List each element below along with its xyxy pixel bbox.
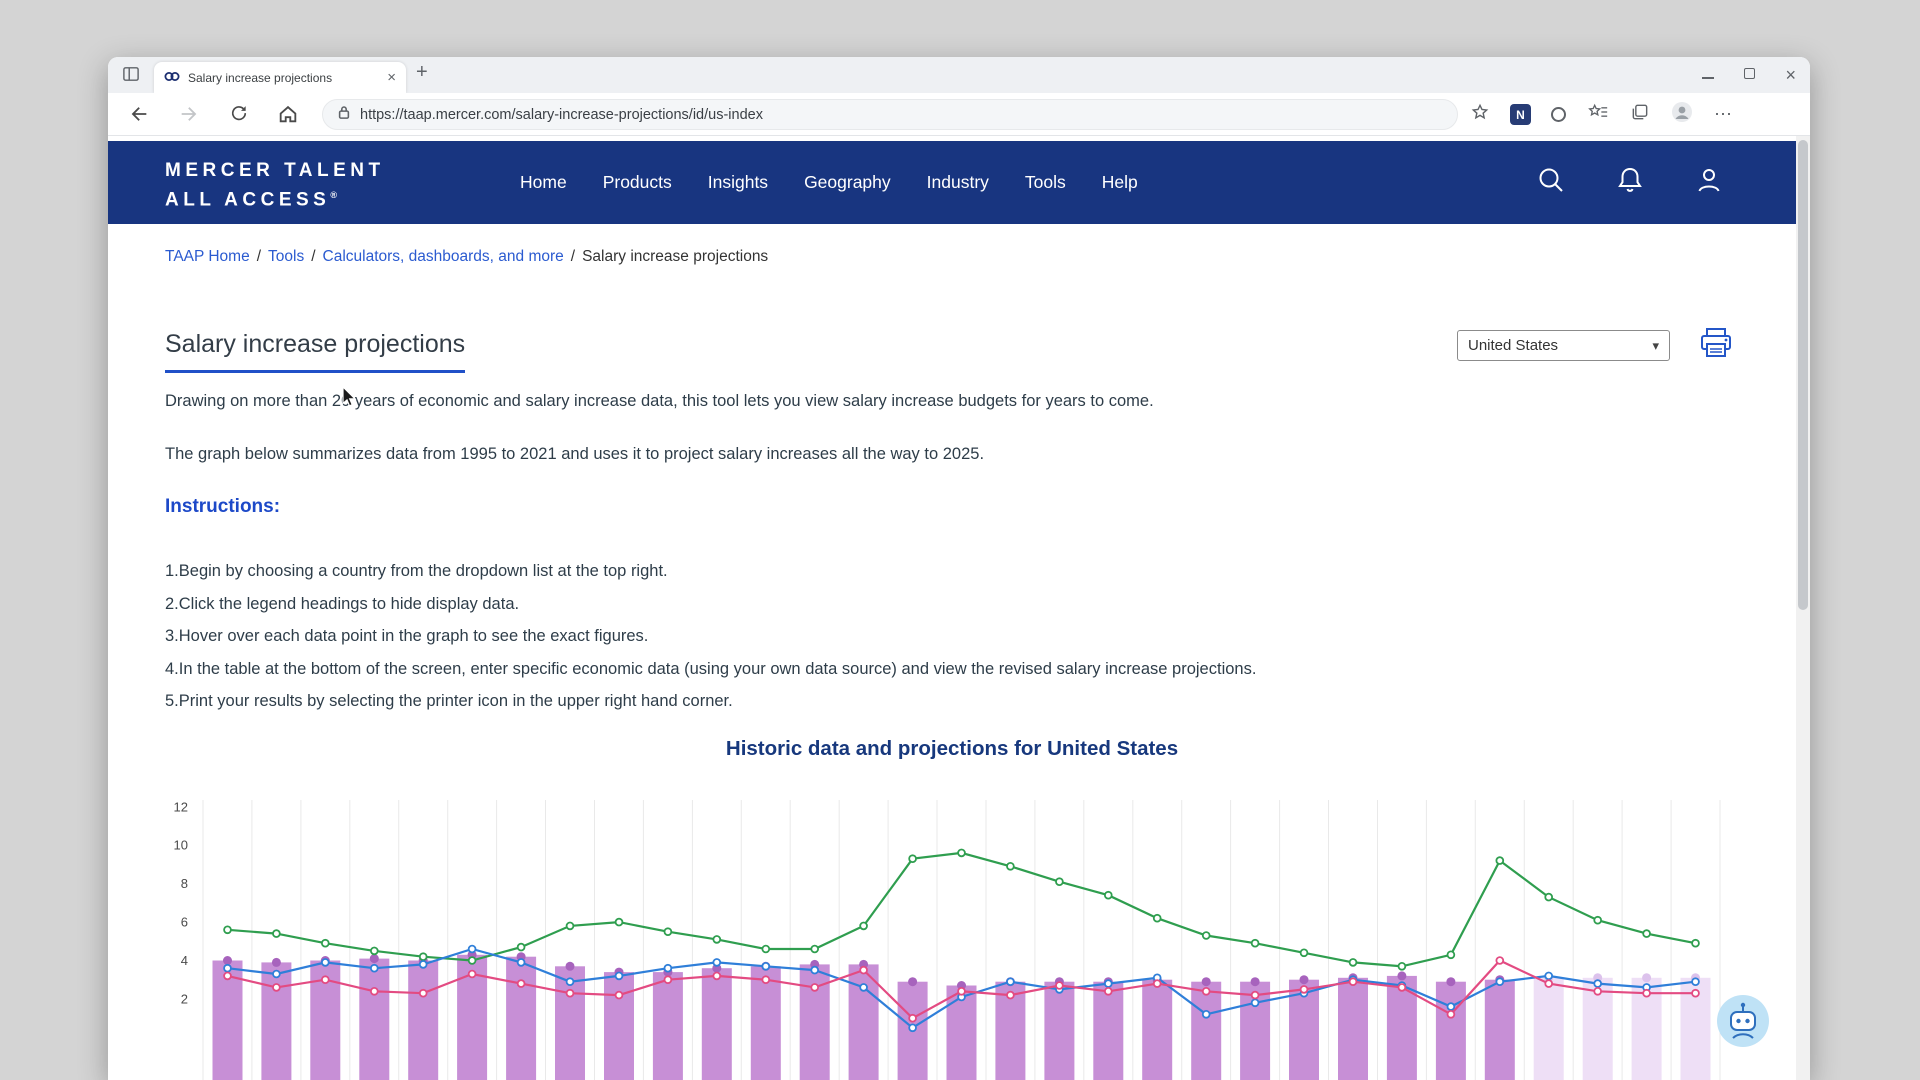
window-close-button[interactable]: × (1785, 66, 1796, 84)
page-content: MERCER TALENT ALL ACCESS® Home Products … (108, 136, 1810, 1080)
page-scrollbar[interactable] (1796, 136, 1810, 1080)
svg-text:4: 4 (181, 953, 188, 968)
svg-text:12: 12 (174, 799, 188, 814)
nav-item-home[interactable]: Home (520, 172, 567, 193)
maximize-button[interactable] (1744, 66, 1755, 84)
mouse-cursor (340, 386, 360, 413)
instructions-list: 1.Begin by choosing a country from the d… (165, 555, 1256, 718)
nav-item-help[interactable]: Help (1102, 172, 1138, 193)
refresh-icon[interactable] (229, 104, 249, 129)
main-nav: Home Products Insights Geography Industr… (520, 141, 1138, 224)
nav-item-tools[interactable]: Tools (1025, 172, 1066, 193)
intro-paragraph-1: Drawing on more than 20 years of economi… (165, 392, 1154, 411)
back-icon[interactable] (128, 103, 150, 130)
instruction-step: 3.Hover over each data point in the grap… (165, 620, 1256, 653)
browser-essentials-icon[interactable] (1551, 107, 1566, 122)
breadcrumb-calculators[interactable]: Calculators, dashboards, and more (323, 248, 564, 265)
instruction-step: 4.In the table at the bottom of the scre… (165, 653, 1256, 686)
forward-icon[interactable] (178, 103, 200, 130)
address-bar[interactable]: https://taap.mercer.com/salary-increase-… (322, 99, 1458, 130)
home-icon[interactable] (277, 103, 299, 130)
collections-icon[interactable] (1630, 102, 1650, 127)
chevron-down-icon: ▾ (1652, 338, 1659, 354)
profile-avatar-icon[interactable] (1670, 100, 1694, 129)
breadcrumb: TAAP Home/Tools/Calculators, dashboards,… (165, 248, 768, 266)
svg-text:6: 6 (181, 915, 188, 930)
chat-widget-button[interactable] (1716, 994, 1770, 1048)
tab-close-icon[interactable]: × (387, 70, 396, 85)
instruction-step: 5.Print your results by selecting the pr… (165, 685, 1256, 718)
browser-toolbar: https://taap.mercer.com/salary-increase-… (108, 93, 1810, 136)
mercer-taap-logo[interactable]: MERCER TALENT ALL ACCESS® (165, 159, 385, 212)
new-tab-button[interactable]: + (416, 61, 428, 84)
tab-title: Salary increase projections (188, 71, 379, 85)
nav-item-geography[interactable]: Geography (804, 172, 891, 193)
account-person-icon[interactable] (1694, 165, 1724, 200)
mercer-favicon-icon (164, 69, 180, 87)
browser-tab[interactable]: Salary increase projections × (154, 62, 406, 93)
page-title: Salary increase projections (165, 330, 465, 373)
intro-paragraph-2: The graph below summarizes data from 199… (165, 445, 984, 464)
nav-item-products[interactable]: Products (603, 172, 672, 193)
more-menu-icon[interactable]: ⋯ (1714, 104, 1732, 125)
site-header: MERCER TALENT ALL ACCESS® Home Products … (108, 141, 1796, 224)
notifications-bell-icon[interactable] (1616, 165, 1644, 200)
svg-text:10: 10 (174, 838, 188, 853)
minimize-button[interactable] (1702, 66, 1714, 84)
breadcrumb-taap-home[interactable]: TAAP Home (165, 248, 250, 265)
country-select[interactable]: United States ▾ (1457, 330, 1670, 361)
tab-actions-menu-icon[interactable] (122, 66, 140, 87)
chart-title: Historic data and projections for United… (108, 737, 1796, 761)
scrollbar-thumb[interactable] (1798, 140, 1808, 610)
breadcrumb-tools[interactable]: Tools (268, 248, 304, 265)
lock-icon (337, 104, 351, 125)
instructions-heading: Instructions: (165, 496, 280, 518)
instruction-step: 1.Begin by choosing a country from the d… (165, 555, 1256, 588)
extension-badge-icon[interactable]: N (1510, 104, 1531, 125)
nav-item-insights[interactable]: Insights (708, 172, 768, 193)
search-icon[interactable] (1536, 165, 1566, 200)
tab-strip: Salary increase projections × + × (108, 57, 1810, 93)
favorites-add-icon[interactable] (1470, 102, 1490, 127)
favorites-hub-icon[interactable] (1586, 102, 1610, 127)
salary-chart[interactable]: 2 4 6 8 10 12 (108, 796, 1796, 1080)
nav-item-industry[interactable]: Industry (927, 172, 989, 193)
url-text: https://taap.mercer.com/salary-increase-… (360, 107, 763, 123)
svg-text:2: 2 (181, 992, 188, 1007)
browser-window: Salary increase projections × + × https:… (108, 57, 1810, 1080)
instruction-step: 2.Click the legend headings to hide disp… (165, 588, 1256, 621)
breadcrumb-current: Salary increase projections (582, 248, 768, 265)
svg-text:8: 8 (181, 876, 188, 891)
print-icon[interactable] (1698, 326, 1734, 365)
